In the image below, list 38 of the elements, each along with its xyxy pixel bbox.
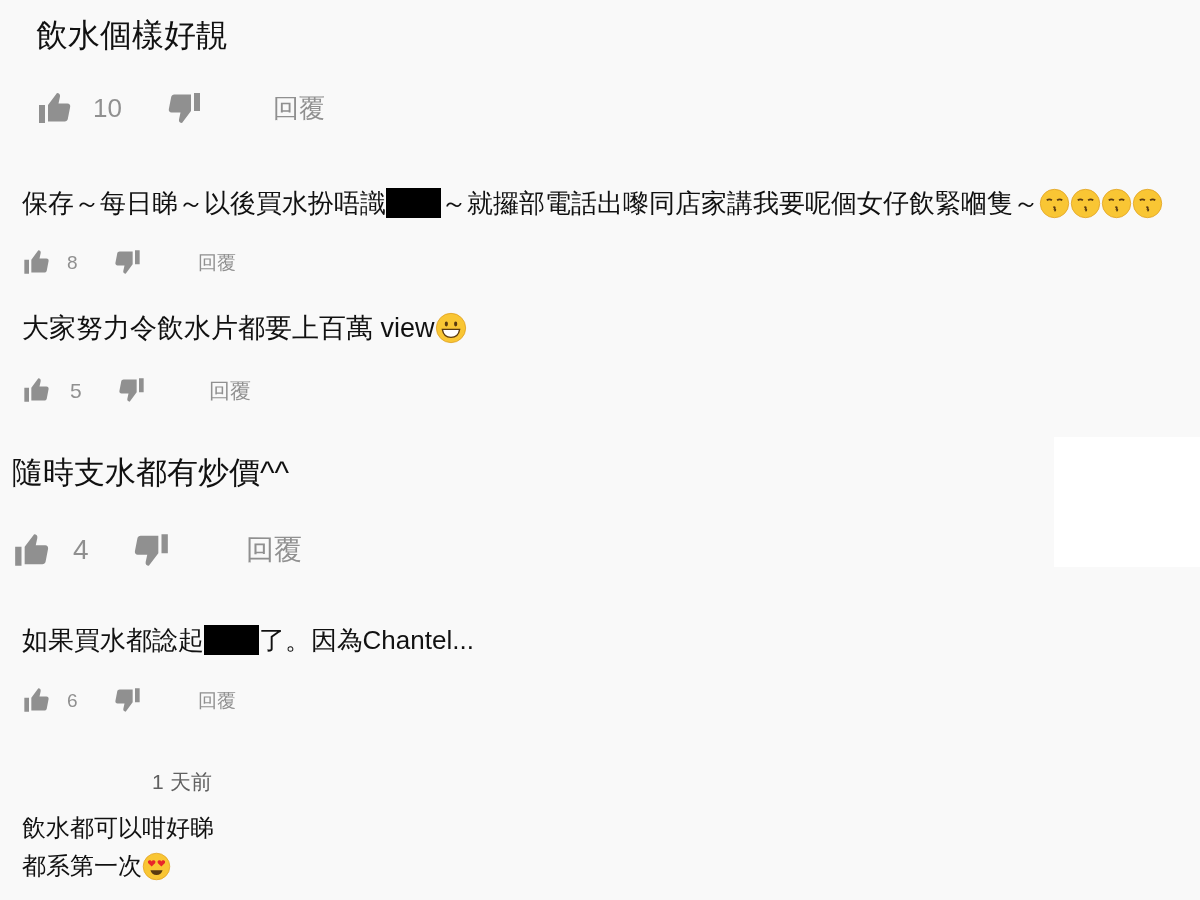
thumbs-up-icon[interactable] <box>22 686 50 714</box>
reply-link[interactable]: 回覆 <box>197 252 236 272</box>
thumbs-up-icon[interactable] <box>22 376 50 404</box>
like-count: 10 <box>93 95 122 121</box>
comment-text: ～就攞部電話出嚟同店家講我要呢個女仔飲緊嗰隻～ <box>440 186 1039 220</box>
reply-link[interactable]: 回覆 <box>245 536 302 564</box>
like-count: 6 <box>67 690 78 710</box>
redaction-bar <box>204 625 259 655</box>
like-count: 5 <box>70 379 82 401</box>
reply-link[interactable]: 回覆 <box>197 690 236 710</box>
thumbs-up-icon[interactable] <box>36 90 72 126</box>
like-count: 4 <box>73 536 89 564</box>
comment-text: 飲水個樣好靚 <box>36 16 228 55</box>
comment-text: 都系第一次 <box>22 851 142 881</box>
thumbs-down-icon[interactable] <box>113 248 142 276</box>
thumbs-up-icon[interactable] <box>12 531 50 569</box>
thumbs-down-icon[interactable] <box>132 531 171 569</box>
comment-text: 隨時支水都有炒價^^ <box>12 453 290 492</box>
reply-link[interactable]: 回覆 <box>208 379 251 401</box>
redaction-bar <box>386 188 441 218</box>
kissing-face-emoji <box>1131 187 1163 219</box>
comment-text: 飲水都可以咁好睇 <box>22 813 214 843</box>
kissing-face-emoji <box>1100 187 1132 219</box>
heart-eyes-emoji <box>142 851 171 881</box>
comment-text: 大家努力令飲水片都要上百萬 view <box>22 311 435 345</box>
timestamp: 1 天前 <box>151 769 212 795</box>
reply-link[interactable]: 回覆 <box>272 95 325 121</box>
like-count: 8 <box>67 252 78 272</box>
kissing-face-emoji <box>1069 187 1101 219</box>
thumbs-up-icon[interactable] <box>22 248 50 276</box>
thumbs-down-icon[interactable] <box>117 376 146 404</box>
comment-text: 保存～每日睇～以後買水扮唔識 <box>22 186 386 220</box>
comment-text: 了。因為Chantel... <box>258 623 474 657</box>
thumbs-down-icon[interactable] <box>166 90 203 126</box>
grinning-face-emoji <box>434 312 467 344</box>
thumbs-down-icon[interactable] <box>113 686 142 714</box>
kissing-face-emoji <box>1038 187 1070 219</box>
comment-text: 如果買水都諗起 <box>22 623 204 657</box>
